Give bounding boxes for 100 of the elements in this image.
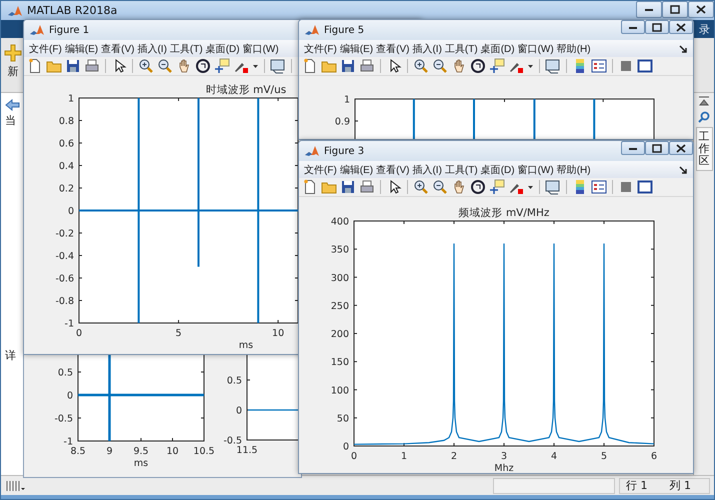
axis-label: ms <box>238 340 254 351</box>
row-indicator: 行 1 <box>626 478 648 493</box>
close-button[interactable] <box>688 1 714 18</box>
printer-icon[interactable] <box>84 58 100 74</box>
menu-item[interactable]: 帮助(H) <box>556 42 591 56</box>
zoom-in-icon[interactable] <box>138 58 154 74</box>
menu-item[interactable]: 桌面(D) <box>480 42 515 56</box>
tick-label: -0.6 <box>55 274 74 284</box>
zoom-in-icon[interactable] <box>413 179 429 195</box>
legend-icon[interactable] <box>591 179 607 195</box>
linked-plot-icon[interactable] <box>545 179 561 195</box>
data-cursor-icon[interactable] <box>214 58 230 74</box>
tick-label: 300 <box>330 272 349 284</box>
linked-plot-icon[interactable] <box>270 58 286 74</box>
ribbon-label: 录 <box>699 22 710 36</box>
maximize-button[interactable] <box>662 1 688 18</box>
panel-tab[interactable]: 工作区 <box>696 127 712 172</box>
zoom-out-icon[interactable] <box>157 58 173 74</box>
dock-arrow-icon[interactable] <box>678 164 688 174</box>
menu-item[interactable]: 工具(T) <box>170 42 203 56</box>
linked-plot-icon[interactable] <box>545 58 561 74</box>
signal-line <box>248 409 300 411</box>
tick-label: 0.6 <box>58 138 74 150</box>
minimize-button[interactable] <box>636 1 662 18</box>
tick-label: 0 <box>236 406 242 416</box>
menu-item[interactable]: 编辑(E) <box>64 42 98 56</box>
data-cursor-icon[interactable] <box>489 58 505 74</box>
app-logo-icon <box>304 144 320 158</box>
tick-label: 2 <box>450 451 458 462</box>
tick-label: 0.5 <box>58 368 73 378</box>
tick-label: 0.5 <box>226 376 242 386</box>
rotate-icon[interactable] <box>470 58 486 74</box>
tick-label: 5 <box>176 328 182 339</box>
menu-item[interactable]: 工具(T) <box>444 162 478 176</box>
square-icon[interactable] <box>618 58 634 74</box>
window-title: Figure 3 <box>324 146 364 156</box>
collapse-icon[interactable] <box>697 95 711 107</box>
menu-item[interactable]: 查看(V) <box>376 162 410 176</box>
menu-item[interactable]: 窗口(W) <box>242 42 279 56</box>
tick-label: 0 <box>68 206 74 217</box>
tick-label: -0.5 <box>223 436 242 446</box>
menu-item[interactable]: 文件(F) <box>304 42 337 56</box>
new-file-icon[interactable] <box>302 58 318 74</box>
menu-item[interactable]: 编辑(E) <box>340 162 374 176</box>
printer-icon[interactable] <box>359 58 375 74</box>
tick-label: 0 <box>66 390 73 402</box>
tick-label: -0.5 <box>54 414 73 424</box>
window-title: MATLAB R2018a <box>27 4 118 17</box>
menu-item[interactable]: 工具(T) <box>444 42 478 56</box>
menu-item[interactable]: 桌面(D) <box>480 162 515 176</box>
menu-item[interactable]: 桌面(D) <box>206 42 240 56</box>
tick-label: 350 <box>330 244 349 256</box>
square-icon[interactable] <box>618 179 634 195</box>
data-cursor-icon[interactable] <box>489 179 505 195</box>
new-file-icon[interactable] <box>27 58 43 74</box>
menu-item[interactable]: 插入(I) <box>412 42 442 56</box>
minimize-button[interactable] <box>621 20 645 34</box>
tick-label: 10 <box>166 446 179 457</box>
menu-item[interactable]: 查看(V) <box>101 42 134 56</box>
menu-item[interactable]: 帮助(H) <box>556 162 591 176</box>
plus-icon <box>4 44 22 62</box>
window-icon[interactable] <box>637 58 653 74</box>
panel-label: 当 <box>5 114 17 127</box>
menu-item[interactable]: 插入(I) <box>137 42 167 56</box>
menu-item[interactable]: 窗口(W) <box>518 162 554 176</box>
tick-label: 9.5 <box>133 446 149 457</box>
menu-item[interactable]: 编辑(E) <box>340 42 374 56</box>
tick-label: 1 <box>344 94 350 106</box>
printer-icon[interactable] <box>359 179 375 195</box>
new-file-icon[interactable] <box>302 179 318 195</box>
tick-label: 10 <box>272 328 284 339</box>
window-icon[interactable] <box>637 179 653 195</box>
zoom-in-icon[interactable] <box>413 58 429 74</box>
tick-label: 100 <box>330 385 349 396</box>
tick-label: -0.2 <box>55 228 74 240</box>
minimize-button[interactable] <box>621 141 645 155</box>
chart-title: 频域波形 mV/MHz <box>458 207 550 219</box>
back-arrow-icon[interactable] <box>5 99 20 111</box>
menu-item[interactable]: 窗口(W) <box>518 42 554 56</box>
column-indicator: 列 1 <box>670 478 691 493</box>
tick-label: 4 <box>550 451 558 462</box>
tick-label: 200 <box>330 329 349 340</box>
maximize-button[interactable] <box>645 141 669 155</box>
menu-item[interactable]: 文件(F) <box>304 162 337 176</box>
tick-label: 1 <box>400 451 408 462</box>
close-icon <box>696 5 706 14</box>
legend-icon[interactable] <box>591 58 607 74</box>
rotate-icon[interactable] <box>470 179 486 195</box>
tick-label: -1 <box>64 318 74 330</box>
zoom-out-icon[interactable] <box>432 58 448 74</box>
maximize-button[interactable] <box>645 20 669 34</box>
search-icon[interactable] <box>698 111 710 123</box>
menu-item[interactable]: 插入(I) <box>412 162 442 176</box>
rotate-icon[interactable] <box>195 58 211 74</box>
zoom-out-icon[interactable] <box>432 179 448 195</box>
close-button[interactable] <box>669 20 693 34</box>
dock-arrow-icon[interactable] <box>678 44 688 54</box>
menu-item[interactable]: 文件(F) <box>29 42 62 56</box>
menu-item[interactable]: 查看(V) <box>376 42 410 56</box>
close-button[interactable] <box>669 141 693 155</box>
